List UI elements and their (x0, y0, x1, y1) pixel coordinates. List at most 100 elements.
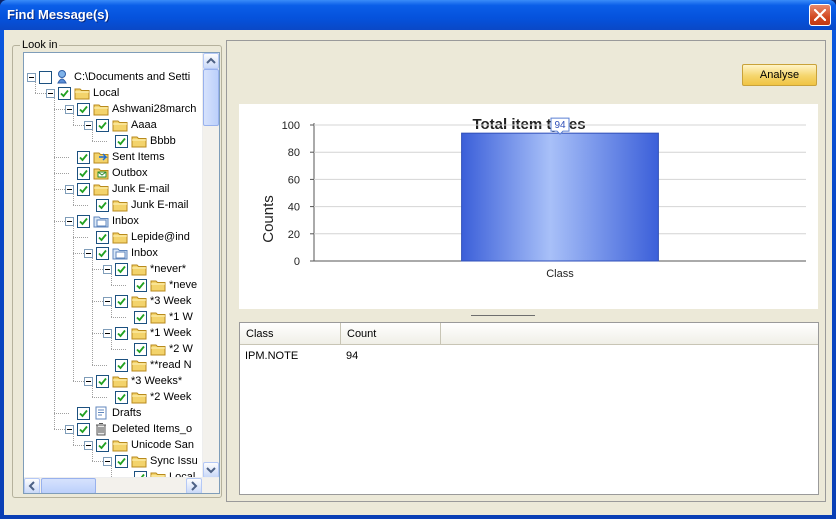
tree-item-checkbox[interactable] (115, 358, 128, 372)
tree-item-checkbox[interactable] (77, 214, 90, 228)
tree-item[interactable]: *1 W (122, 309, 193, 325)
collapse-toggle-icon[interactable] (65, 184, 74, 194)
tree-item-label: Junk E-mail (112, 183, 170, 195)
tree-item-checkbox[interactable] (115, 390, 128, 404)
tree-item[interactable]: Deleted Items_o (65, 421, 192, 437)
collapse-toggle-icon[interactable] (84, 376, 93, 386)
collapse-toggle-icon[interactable] (46, 88, 55, 98)
folder-icon (112, 230, 128, 244)
collapse-toggle-icon[interactable] (84, 120, 93, 130)
tree-item-checkbox[interactable] (115, 454, 128, 468)
collapse-toggle-icon[interactable] (65, 216, 74, 226)
tree-item-checkbox[interactable] (77, 422, 90, 436)
tree-item[interactable]: *never* (103, 261, 186, 277)
tree-item[interactable]: Ashwani28march (65, 101, 196, 117)
collapse-toggle-icon[interactable] (65, 104, 74, 114)
table-cell-class: IPM.NOTE (245, 350, 299, 362)
folder-tree[interactable]: C:\Documents and Setti Local Ashwani28marc… (23, 52, 220, 494)
tree-item-label: *3 Week (150, 295, 192, 307)
tree-item[interactable]: Inbox (65, 213, 139, 229)
folder-icon (74, 86, 90, 100)
tree-item-checkbox[interactable] (96, 230, 109, 244)
drafts-icon (93, 406, 109, 420)
tree-item-label: **read N (150, 359, 192, 371)
tree-item[interactable]: Bbbb (103, 133, 176, 149)
tree-vertical-scrollbar[interactable] (202, 53, 219, 478)
folder-icon (131, 358, 147, 372)
tree-item[interactable]: Lepide@ind (84, 229, 190, 245)
tree-item[interactable]: *2 Week (103, 389, 191, 405)
y-tick-label: 60 (288, 174, 300, 186)
tree-item[interactable]: *2 W (122, 341, 193, 357)
collapse-toggle-icon[interactable] (103, 456, 112, 466)
title-bar[interactable]: Find Message(s) (0, 0, 836, 30)
tree-item[interactable]: *1 Week (103, 325, 191, 341)
tree-item[interactable]: *3 Weeks* (84, 373, 182, 389)
tree-item-checkbox[interactable] (77, 150, 90, 164)
tree-item-checkbox[interactable] (115, 262, 128, 276)
tree-item[interactable]: Local (46, 85, 119, 101)
tree-scroll-thumb[interactable] (203, 69, 219, 126)
tree-item-checkbox[interactable] (77, 166, 90, 180)
tree-item[interactable]: Junk E-mail (84, 197, 188, 213)
analyse-button[interactable]: Analyse (742, 64, 817, 86)
x-axis-ticks: Class (546, 268, 574, 280)
tree-item-checkbox[interactable] (134, 278, 147, 292)
inbox-icon (93, 214, 109, 228)
tree-item[interactable]: Drafts (65, 405, 141, 421)
tree-item-checkbox[interactable] (58, 86, 71, 100)
scroll-down-button[interactable] (203, 462, 219, 478)
collapse-toggle-icon[interactable] (103, 264, 112, 274)
tree-item-checkbox[interactable] (77, 406, 90, 420)
y-tick-label: 80 (288, 147, 300, 159)
collapse-toggle-icon[interactable] (103, 328, 112, 338)
chart-grid-splitter[interactable] (471, 315, 535, 316)
tree-item[interactable]: Outbox (65, 165, 147, 181)
folder-icon (131, 390, 147, 404)
column-header-count[interactable]: Count (341, 323, 441, 345)
tree-item[interactable]: *3 Week (103, 293, 191, 309)
tree-item[interactable]: Inbox (84, 245, 158, 261)
tree-item-checkbox[interactable] (96, 374, 109, 388)
tree-item-checkbox[interactable] (115, 134, 128, 148)
folder-icon (131, 454, 147, 468)
collapse-toggle-icon[interactable] (84, 440, 93, 450)
tree-item-checkbox[interactable] (39, 70, 52, 84)
tree-item-checkbox[interactable] (115, 326, 128, 340)
column-header-class[interactable]: Class (240, 323, 341, 345)
scroll-up-button[interactable] (203, 53, 219, 69)
chart-bars: 94 (461, 117, 659, 262)
tree-item-checkbox[interactable] (96, 198, 109, 212)
tree-item[interactable]: Sent Items (65, 149, 165, 165)
tree-item-checkbox[interactable] (134, 310, 147, 324)
tree-item-checkbox[interactable] (77, 182, 90, 196)
tree-item[interactable]: Unicode San (84, 437, 194, 453)
tree-item-checkbox[interactable] (134, 342, 147, 356)
collapse-toggle-icon[interactable] (27, 72, 36, 82)
tree-item-checkbox[interactable] (96, 118, 109, 132)
tree-item[interactable]: Sync Issu (103, 453, 198, 469)
tree-item[interactable]: **read N (103, 357, 192, 373)
folder-icon (131, 134, 147, 148)
tree-line (54, 98, 55, 429)
tree-item[interactable]: Aaaa (84, 117, 157, 133)
tree-item-checkbox[interactable] (77, 102, 90, 116)
tree-item-checkbox[interactable] (115, 294, 128, 308)
analysis-panel: Analyse Total item types Counts 0 20 40 60 8… (226, 40, 826, 502)
close-button[interactable] (809, 4, 831, 26)
y-axis-label: Counts (260, 195, 277, 243)
tree-item[interactable]: *neve (122, 277, 197, 293)
collapse-toggle-icon[interactable] (84, 248, 93, 258)
scroll-right-button[interactable] (186, 478, 202, 493)
scroll-left-button[interactable] (24, 478, 40, 493)
tree-item-checkbox[interactable] (96, 438, 109, 452)
tree-item[interactable]: C:\Documents and Setti (27, 69, 190, 85)
results-table[interactable]: Class Count IPM.NOTE 94 (239, 322, 819, 495)
tree-hscroll-thumb[interactable] (41, 478, 96, 493)
tree-horizontal-scrollbar[interactable] (24, 477, 219, 493)
outbox-icon (93, 166, 109, 180)
tree-item-checkbox[interactable] (96, 246, 109, 260)
tree-item[interactable]: Junk E-mail (65, 181, 169, 197)
collapse-toggle-icon[interactable] (103, 296, 112, 306)
collapse-toggle-icon[interactable] (65, 424, 74, 434)
